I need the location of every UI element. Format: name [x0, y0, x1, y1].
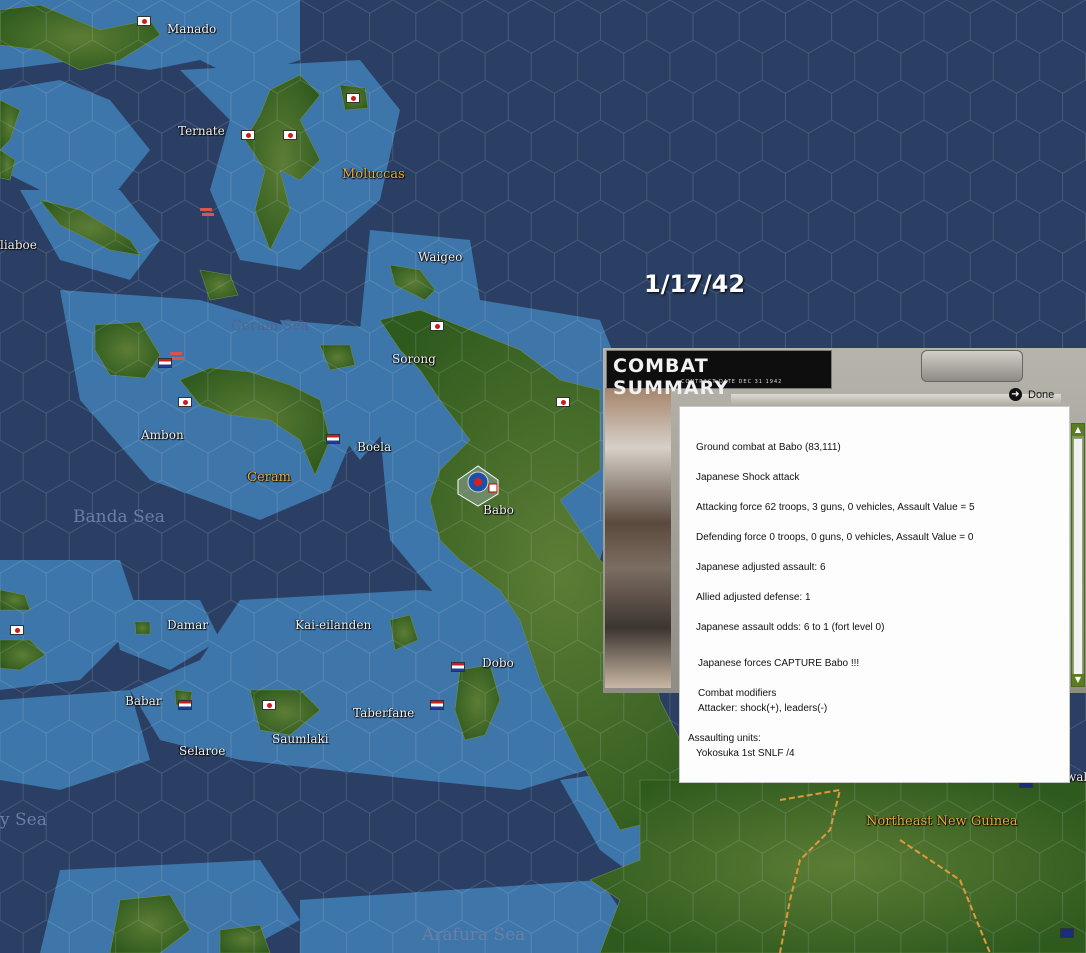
combat-summary-title: COMBAT SUMMARY: [613, 355, 729, 399]
clipboard-clip: [921, 350, 1023, 382]
summary-line: Japanese adjusted assault: 6: [696, 562, 826, 573]
summary-line: Japanese Shock attack: [696, 472, 800, 483]
place-label-waigeo: Waigeo: [418, 250, 463, 264]
summary-line: Ground combat at Babo (83,111): [696, 442, 841, 453]
japanese-flag-icon[interactable]: [262, 700, 276, 710]
region-label-moluccas: Moluccas: [342, 167, 405, 182]
place-label-babo: Babo: [483, 503, 514, 517]
place-label-liaboe: liaboe: [0, 238, 37, 252]
dutch-flag-icon[interactable]: [326, 434, 340, 444]
australian-flag-icon[interactable]: [1060, 928, 1074, 938]
dutch-flag-icon[interactable]: [430, 700, 444, 710]
dutch-flag-icon[interactable]: [158, 358, 172, 368]
place-label-dobo: Dobo: [482, 656, 514, 670]
scrollbar-thumb[interactable]: [1073, 438, 1083, 676]
japanese-flag-icon[interactable]: [137, 16, 151, 26]
scroll-up-arrow-icon[interactable]: ▲: [1072, 424, 1084, 436]
place-label-sorong: Sorong: [392, 352, 436, 366]
japanese-flag-icon[interactable]: [556, 397, 570, 407]
done-button[interactable]: ➜ Done: [1009, 388, 1054, 401]
place-label-manado: Manado: [167, 22, 217, 36]
japanese-flag-icon[interactable]: [283, 130, 297, 140]
combat-photo: [605, 388, 671, 688]
place-label-boela: Boela: [357, 440, 392, 454]
japanese-flag-icon[interactable]: [241, 130, 255, 140]
japanese-flag-icon[interactable]: [430, 321, 444, 331]
region-label-ceram: Ceram: [247, 470, 291, 485]
dutch-flag-icon[interactable]: [178, 700, 192, 710]
place-label-selaroe: Selaroe: [179, 744, 226, 758]
summary-line: Attacking force 62 troops, 3 guns, 0 veh…: [696, 502, 975, 513]
sea-label-partial: y Sea: [0, 810, 47, 830]
summary-scrollbar[interactable]: ▲ ▼: [1071, 423, 1085, 687]
summary-paper: Ground combat at Babo (83,111) Japanese …: [679, 406, 1070, 783]
scroll-down-arrow-icon[interactable]: ▼: [1072, 674, 1084, 686]
summary-line: Yokosuka 1st SNLF /4: [696, 748, 795, 759]
japanese-flag-icon[interactable]: [178, 397, 192, 407]
region-label-northeast-new-guinea: Northeast New Guinea: [866, 814, 1018, 829]
japanese-flag-icon[interactable]: [10, 625, 24, 635]
summary-line: Allied adjusted defense: 1: [696, 592, 811, 603]
place-label-kai-eilanden: Kai-eilanden: [295, 618, 372, 632]
place-label-damar: Damar: [167, 618, 209, 632]
summary-line: Assaulting units:: [688, 733, 761, 744]
combat-summary-subtitle: CONTRACT DATE DEC 31 1942: [681, 379, 783, 385]
summary-line: Japanese assault odds: 6 to 1 (fort leve…: [696, 622, 885, 633]
place-label-ambon: Ambon: [141, 428, 184, 442]
summary-line: Combat modifiers: [698, 688, 777, 699]
summary-line: Attacker: shock(+), leaders(-): [698, 703, 828, 714]
done-label: Done: [1028, 388, 1055, 401]
place-label-taberfane: Taberfane: [353, 706, 415, 720]
sea-label-ceram-sea: Ceram Sea: [231, 318, 309, 334]
place-label-ternate: Ternate: [178, 124, 225, 138]
done-arrow-icon: ➜: [1009, 388, 1022, 401]
summary-line: Japanese forces CAPTURE Babo !!!: [698, 658, 860, 669]
sea-label-arafura-sea: Arafura Sea: [422, 925, 526, 945]
dutch-flag-icon[interactable]: [451, 662, 465, 672]
turn-date: 1/17/42: [644, 270, 746, 298]
summary-line: Defending force 0 troops, 0 guns, 0 vehi…: [696, 532, 974, 543]
place-label-babar: Babar: [125, 694, 162, 708]
combat-summary-banner: COMBAT SUMMARY CONTRACT DATE DEC 31 1942: [606, 350, 832, 399]
combat-summary-panel: COMBAT SUMMARY CONTRACT DATE DEC 31 1942…: [603, 348, 1086, 783]
sea-label-banda-sea: Banda Sea: [73, 507, 165, 527]
place-label-saumlaki: Saumlaki: [272, 732, 329, 746]
japanese-flag-icon[interactable]: [346, 93, 360, 103]
